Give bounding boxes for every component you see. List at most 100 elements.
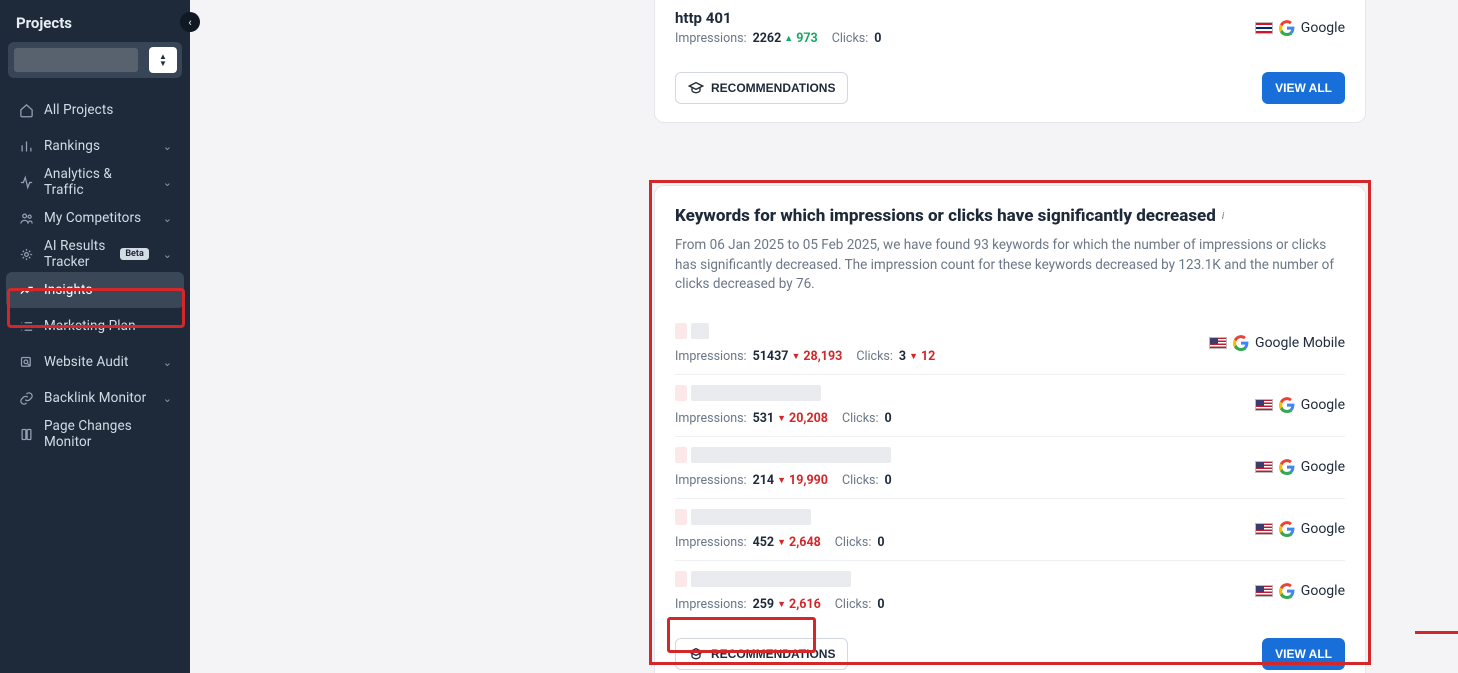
impressions-metric: Impressions:214 ▼19,990 [675,473,828,488]
search-engine: Google [1255,20,1345,36]
google-logo-icon [1279,583,1295,599]
project-name-placeholder [14,48,138,72]
keyword-row[interactable]: Impressions:452 ▼2,648 Clicks:0 Google [675,499,1345,561]
impressions-metric: Impressions:452 ▼2,648 [675,535,821,550]
flag-us-icon [1255,585,1273,597]
view-all-button[interactable]: VIEW ALL [1262,72,1345,104]
impressions-metric: Impressions:2262 ▲973 [675,31,818,46]
nav-label: All Projects [44,102,172,118]
chevron-down-icon: ⌄ [163,212,172,225]
keyword-redacted [675,447,687,463]
keyword-row[interactable]: Impressions:259 ▼2,616 Clicks:0 Google [675,561,1345,622]
google-logo-icon [1279,397,1295,413]
search-engine: Google [1255,583,1345,599]
graduation-cap-icon [688,646,704,662]
nav-label: Analytics & Traffic [44,166,153,198]
info-icon[interactable]: i [1222,211,1224,222]
ai-icon [18,246,34,262]
sidebar-title: Projects [0,0,190,42]
se-label: Google [1301,521,1345,537]
sidebar-item-website-audit[interactable]: Website Audit ⌄ [6,344,184,380]
chevron-down-icon: ⌄ [163,248,172,261]
sidebar-item-ai-results-tracker[interactable]: AI Results Tracker Beta ⌄ [6,236,184,272]
clicks-metric: Clicks:0 [832,31,882,46]
google-logo-icon [1279,521,1295,537]
nav-label: My Competitors [44,210,153,226]
se-label: Google [1301,397,1345,413]
clicks-metric: Clicks:3 ▼12 [856,349,935,364]
project-dropdown-icon[interactable]: ▲▼ [149,47,177,73]
flag-uk-icon [1255,22,1273,34]
sidebar-item-marketing-plan[interactable]: Marketing Plan [6,308,184,344]
sidebar-nav: All Projects Rankings ⌄ Analytics & Traf… [0,92,190,452]
search-engine: Google [1255,397,1345,413]
card-actions: RECOMMENDATIONS VIEW ALL [675,638,1345,670]
annotation-arrow [1415,625,1458,639]
keyword-row[interactable]: Impressions:214 ▼19,990 Clicks:0 Google [675,437,1345,499]
nav-label: Rankings [44,138,153,154]
google-logo-icon [1279,459,1295,475]
se-label: Google [1301,583,1345,599]
pulse-icon [18,174,34,190]
se-label: Google Mobile [1255,335,1345,351]
keyword-redacted [675,571,687,587]
link-icon [18,390,34,406]
sidebar-item-my-competitors[interactable]: My Competitors ⌄ [6,200,184,236]
sidebar-item-analytics-traffic[interactable]: Analytics & Traffic ⌄ [6,164,184,200]
search-icon [18,354,34,370]
keyword-row[interactable]: Impressions:531 ▼20,208 Clicks:0 Google [675,375,1345,437]
flag-us-icon [1255,461,1273,473]
clicks-metric: Clicks:0 [835,597,885,612]
pages-icon [18,426,34,442]
recommendations-button[interactable]: RECOMMENDATIONS [675,72,848,104]
keyword-redacted [691,509,811,525]
sidebar-item-insights[interactable]: Insights [6,272,184,308]
se-label: Google [1301,459,1345,475]
flag-us-icon [1255,523,1273,535]
sidebar-item-rankings[interactable]: Rankings ⌄ [6,128,184,164]
card-decreased-keywords: Keywords for which impressions or clicks… [654,185,1366,673]
nav-label: AI Results Tracker [44,238,110,270]
project-selector[interactable]: ▲▼ [8,42,182,78]
keyword-row[interactable]: http 401 Impressions:2262 ▲973 Clicks:0 … [675,0,1345,56]
card-actions: RECOMMENDATIONS VIEW ALL [675,72,1345,104]
keyword-redacted [691,323,709,339]
card-description: From 06 Jan 2025 to 05 Feb 2025, we have… [675,236,1345,295]
keyword-redacted [691,385,821,401]
view-all-button[interactable]: VIEW ALL [1262,638,1345,670]
google-logo-icon [1279,20,1295,36]
nav-label: Insights [44,282,172,298]
chevron-down-icon: ⌄ [163,176,172,189]
beta-badge: Beta [120,248,148,260]
flag-us-icon [1255,399,1273,411]
sidebar-item-page-changes-monitor[interactable]: Page Changes Monitor [6,416,184,452]
keyword-redacted [675,509,687,525]
nav-label: Website Audit [44,354,153,370]
impressions-metric: Impressions:259 ▼2,616 [675,597,821,612]
keyword-redacted [675,323,687,339]
recommendations-button[interactable]: RECOMMENDATIONS [675,638,848,670]
nav-label: Backlink Monitor [44,390,153,406]
clicks-metric: Clicks:0 [842,473,892,488]
people-icon [18,210,34,226]
keyword-row[interactable]: Impressions:51437 ▼28,193 Clicks:3 ▼12 G… [675,313,1345,375]
clicks-metric: Clicks:0 [842,411,892,426]
card-increased-keywords: http 403 Impressions:2215 ▲1,412 Clicks:… [654,0,1366,123]
keyword-name: http 401 [675,9,1245,27]
keyword-redacted [675,385,687,401]
clicks-metric: Clicks:0 [835,535,885,550]
sidebar-item-all-projects[interactable]: All Projects [6,92,184,128]
nav-label: Marketing Plan [44,318,172,334]
card-title: Keywords for which impressions or clicks… [675,206,1345,226]
chevron-down-icon: ⌄ [163,140,172,153]
sidebar-item-backlink-monitor[interactable]: Backlink Monitor ⌄ [6,380,184,416]
main-content: http 403 Impressions:2215 ▲1,412 Clicks:… [190,0,1458,673]
graduation-cap-icon [688,80,704,96]
search-engine: Google Mobile [1209,335,1345,351]
home-icon [18,102,34,118]
se-label: Google [1301,20,1345,36]
keyword-redacted [691,571,851,587]
search-engine: Google [1255,521,1345,537]
bars-icon [18,138,34,154]
nav-label: Page Changes Monitor [44,418,172,450]
